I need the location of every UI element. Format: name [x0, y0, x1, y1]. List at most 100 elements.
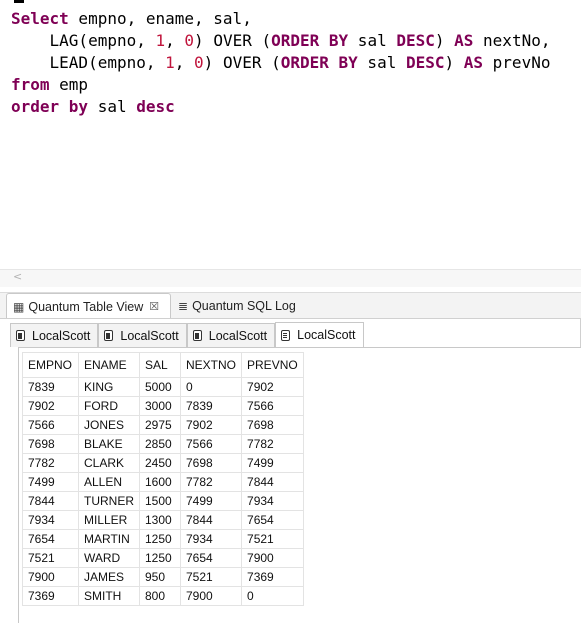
table-row[interactable]: 7839 KING 5000 0 7902 — [22, 377, 304, 397]
cell-empno[interactable]: 7900 — [22, 567, 79, 587]
cell-sal[interactable]: 2450 — [139, 453, 181, 473]
tab-localscott-1[interactable]: LocalScott — [10, 323, 99, 347]
cell-nextno[interactable]: 7839 — [179, 396, 243, 416]
table-row[interactable]: 7698 BLAKE 2850 7566 7782 — [22, 434, 304, 454]
cell-prevno[interactable]: 7499 — [241, 453, 304, 473]
scroll-left-arrow-icon[interactable]: < — [13, 270, 22, 283]
column-header-nextno[interactable]: NEXTNO — [179, 352, 243, 378]
cell-ename[interactable]: BLAKE — [78, 434, 140, 454]
cell-nextno[interactable]: 7654 — [179, 548, 243, 568]
cell-nextno[interactable]: 7566 — [179, 434, 243, 454]
code-line: order by sal desc — [11, 97, 175, 116]
cell-sal[interactable]: 2975 — [139, 415, 181, 435]
table-row[interactable]: 7934 MILLER 1300 7844 7654 — [22, 510, 304, 530]
table-row[interactable]: 7654 MARTIN 1250 7934 7521 — [22, 529, 304, 549]
results-body: 7839 KING 5000 0 7902 7902 FORD 3000 7839 7566 756… — [22, 377, 304, 606]
cell-sal[interactable]: 3000 — [139, 396, 181, 416]
cell-nextno[interactable]: 7521 — [179, 567, 243, 587]
cell-sal[interactable]: 1250 — [139, 548, 181, 568]
cell-empno[interactable]: 7369 — [22, 586, 79, 606]
cell-ename[interactable]: MARTIN — [78, 529, 140, 549]
cell-nextno[interactable]: 7900 — [179, 586, 243, 606]
cell-ename[interactable]: SMITH — [78, 586, 140, 606]
table-row[interactable]: 7566 JONES 2975 7902 7698 — [22, 415, 304, 435]
cell-empno[interactable]: 7782 — [22, 453, 79, 473]
sql-text: ) OVER ( — [194, 31, 272, 50]
cell-nextno[interactable]: 7782 — [179, 472, 243, 492]
cell-ename[interactable]: MILLER — [78, 510, 140, 530]
cell-empno[interactable]: 7499 — [22, 472, 79, 492]
column-header-empno[interactable]: EMPNO — [22, 352, 79, 378]
cell-prevno[interactable]: 7844 — [241, 472, 304, 492]
cell-prevno[interactable]: 7654 — [241, 510, 304, 530]
tab-localscott-4[interactable]: LocalScott — [275, 322, 364, 347]
view-tab-bar: ▦ Quantum Table View ☒ ≣ Quantum SQL Log — [0, 292, 581, 319]
cell-sal[interactable]: 1250 — [139, 529, 181, 549]
database-icon — [16, 330, 25, 341]
cell-empno[interactable]: 7934 — [22, 510, 79, 530]
cell-ename[interactable]: ALLEN — [78, 472, 140, 492]
cell-empno[interactable]: 7521 — [22, 548, 79, 568]
sql-code[interactable]: Select empno, ename, sal, LAG(empno, 1, … — [11, 8, 550, 118]
sql-keyword: AS — [463, 53, 484, 72]
cell-prevno[interactable]: 7934 — [241, 491, 304, 511]
code-line: Select empno, ename, sal, — [11, 9, 252, 28]
column-header-sal[interactable]: SAL — [139, 352, 181, 378]
cell-prevno[interactable]: 7900 — [241, 548, 304, 568]
cell-sal[interactable]: 1500 — [139, 491, 181, 511]
cell-nextno[interactable]: 7902 — [179, 415, 243, 435]
cell-sal[interactable]: 5000 — [139, 377, 181, 397]
tab-quantum-table-view[interactable]: ▦ Quantum Table View ☒ — [6, 293, 171, 319]
cell-prevno[interactable]: 7566 — [241, 396, 304, 416]
editor-horizontal-scrollbar[interactable]: < — [0, 269, 581, 287]
cell-sal[interactable]: 2850 — [139, 434, 181, 454]
cell-prevno[interactable]: 7902 — [241, 377, 304, 397]
tab-localscott-3[interactable]: LocalScott — [186, 323, 276, 347]
cell-empno[interactable]: 7654 — [22, 529, 79, 549]
database-icon — [192, 330, 202, 341]
column-header-ename[interactable]: ENAME — [78, 352, 140, 378]
sql-editor[interactable]: Select empno, ename, sal, LAG(empno, 1, … — [0, 0, 581, 270]
cell-nextno[interactable]: 7934 — [179, 529, 243, 549]
cell-ename[interactable]: JAMES — [78, 567, 140, 587]
table-row[interactable]: 7521 WARD 1250 7654 7900 — [22, 548, 304, 568]
table-row[interactable]: 7900 JAMES 950 7521 7369 — [22, 567, 304, 587]
cell-ename[interactable]: CLARK — [78, 453, 140, 473]
cell-prevno[interactable]: 7521 — [241, 529, 304, 549]
cell-ename[interactable]: TURNER — [78, 491, 140, 511]
table-row[interactable]: 7499 ALLEN 1600 7782 7844 — [22, 472, 304, 492]
table-row[interactable]: 7902 FORD 3000 7839 7566 — [22, 396, 304, 416]
cell-prevno[interactable]: 7782 — [241, 434, 304, 454]
close-icon[interactable]: ☒ — [149, 300, 159, 313]
cell-sal[interactable]: 1300 — [139, 510, 181, 530]
cell-nextno[interactable]: 7844 — [179, 510, 243, 530]
table-row[interactable]: 7782 CLARK 2450 7698 7499 — [22, 453, 304, 473]
tab-localscott-2[interactable]: LocalScott — [98, 323, 187, 347]
cell-sal[interactable]: 800 — [139, 586, 181, 606]
sql-number: 0 — [184, 31, 195, 50]
database-icon — [281, 329, 291, 341]
cell-empno[interactable]: 7844 — [22, 491, 79, 511]
sql-keyword: desc — [136, 97, 175, 116]
cell-ename[interactable]: KING — [78, 377, 140, 397]
cell-prevno[interactable]: 7369 — [241, 567, 304, 587]
tab-quantum-sql-log[interactable]: ≣ Quantum SQL Log — [172, 293, 302, 318]
cell-prevno[interactable]: 0 — [241, 586, 304, 606]
cell-sal[interactable]: 950 — [139, 567, 181, 587]
cell-ename[interactable]: FORD — [78, 396, 140, 416]
cell-ename[interactable]: JONES — [78, 415, 140, 435]
cell-prevno[interactable]: 7698 — [241, 415, 304, 435]
cell-nextno[interactable]: 7698 — [179, 453, 243, 473]
table-row[interactable]: 7369 SMITH 800 7900 0 — [22, 586, 304, 606]
cell-nextno[interactable]: 0 — [179, 377, 243, 397]
table-row[interactable]: 7844 TURNER 1500 7499 7934 — [22, 491, 304, 511]
column-header-prevno[interactable]: PREVNO — [241, 352, 304, 378]
cell-ename[interactable]: WARD — [78, 548, 140, 568]
cell-sal[interactable]: 1600 — [139, 472, 181, 492]
cell-empno[interactable]: 7839 — [22, 377, 79, 397]
cell-empno[interactable]: 7902 — [22, 396, 79, 416]
cell-nextno[interactable]: 7499 — [179, 491, 243, 511]
connection-tab-label: LocalScott — [32, 328, 91, 343]
cell-empno[interactable]: 7698 — [22, 434, 79, 454]
cell-empno[interactable]: 7566 — [22, 415, 79, 435]
